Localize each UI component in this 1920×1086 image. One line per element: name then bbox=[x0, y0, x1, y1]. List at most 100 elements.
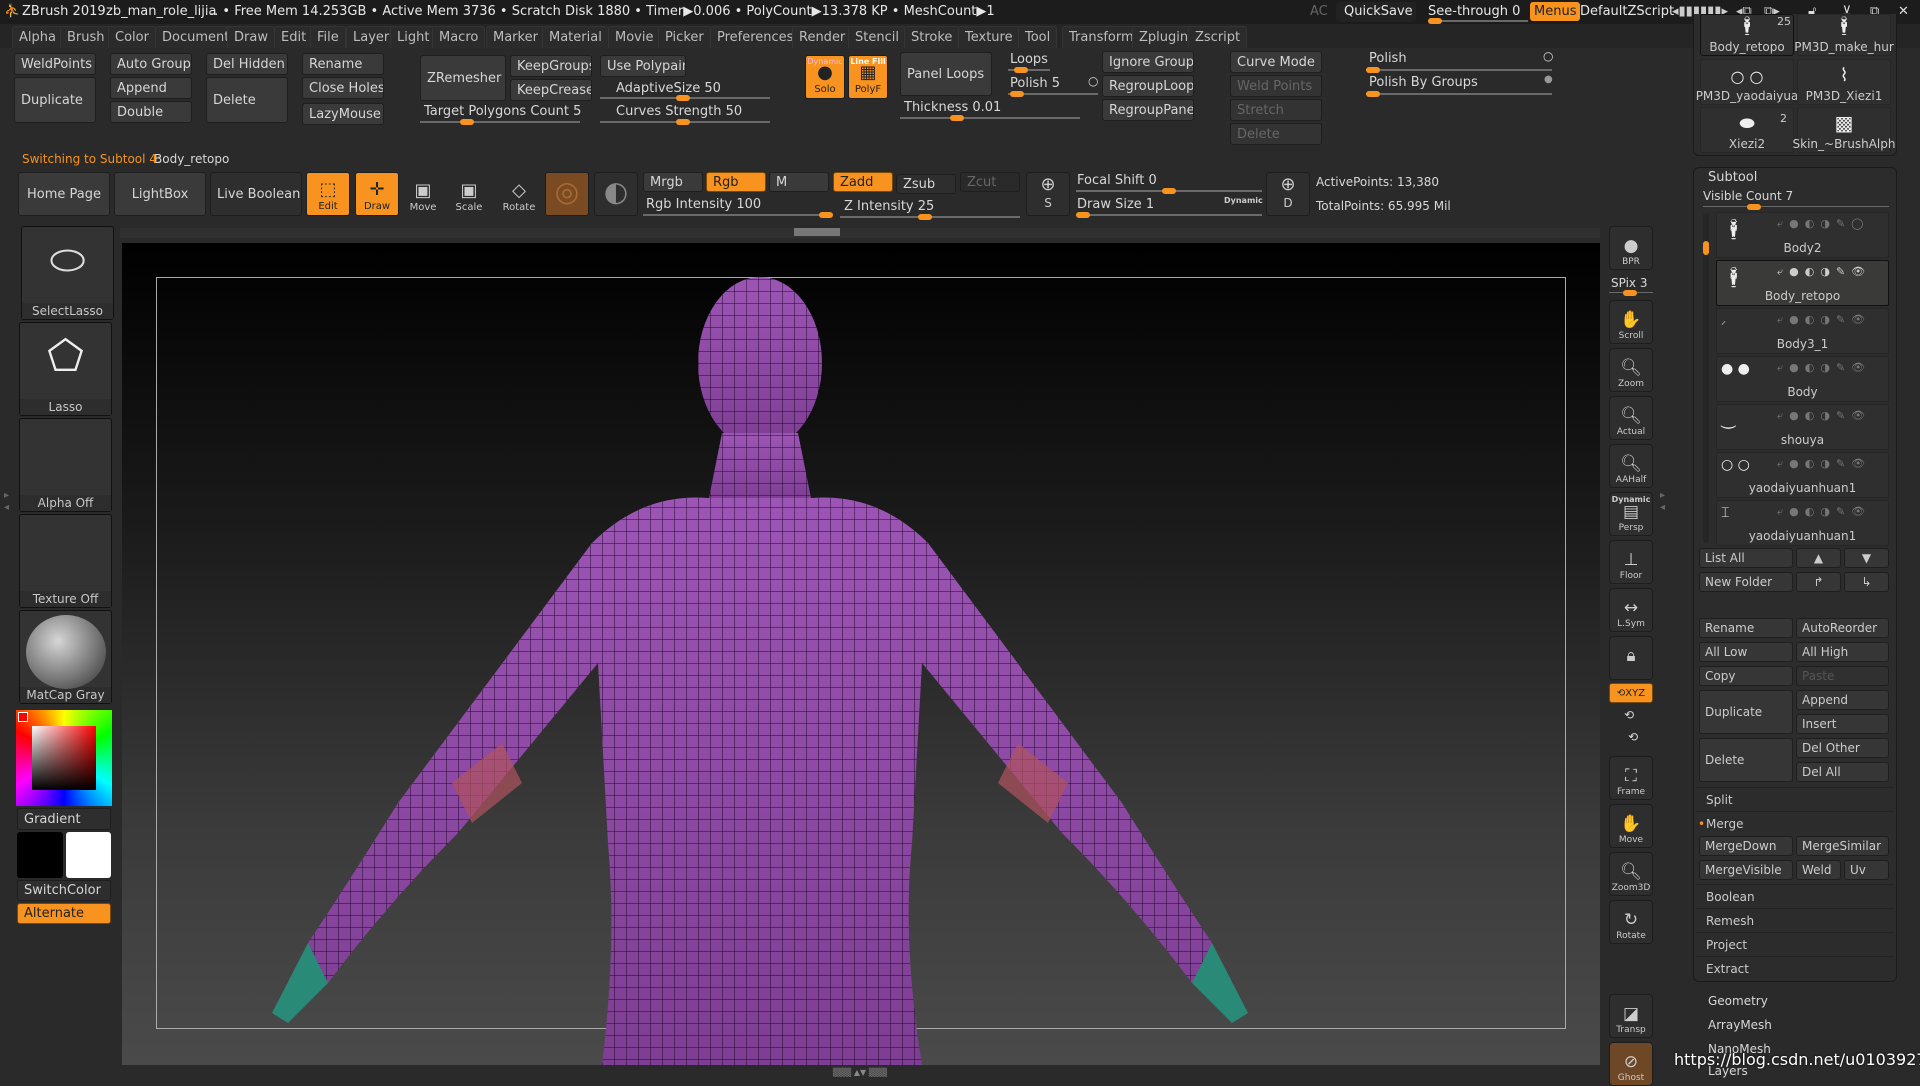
brush-s-button[interactable]: ⊕ S bbox=[1026, 172, 1070, 216]
targetpoly-slider[interactable] bbox=[420, 119, 580, 125]
spix-slider[interactable] bbox=[1609, 290, 1653, 296]
stretch-button[interactable]: Stretch bbox=[1230, 99, 1322, 121]
subtool-controls-icons[interactable]: ⤶●◐◑✎👁︎ bbox=[1777, 313, 1871, 327]
subtool-duplicate-button[interactable]: Duplicate bbox=[1699, 690, 1793, 734]
tool-item[interactable]: ○ ○ PM3D_yaodaiyua bbox=[1696, 59, 1798, 105]
menu-color[interactable]: Color bbox=[108, 26, 156, 48]
subtool-controls-icons[interactable]: ⤶●◐◑✎👁︎ bbox=[1777, 505, 1871, 519]
subtool-controls-icons[interactable]: ⤶●◐◑✎👁︎ bbox=[1777, 361, 1871, 375]
rotate3d-button[interactable]: ↻ Rotate bbox=[1609, 900, 1653, 944]
menu-light[interactable]: Light bbox=[390, 26, 437, 48]
folder-out-button[interactable]: ↳ bbox=[1844, 572, 1889, 592]
seethrough-slider[interactable] bbox=[1428, 18, 1528, 24]
persp-button[interactable]: Dynamic ▤ Persp bbox=[1609, 492, 1653, 536]
subtool-row[interactable]: ⸝ ⤶●◐◑✎👁︎ Body3_1 bbox=[1716, 308, 1889, 354]
rgbintensity-slider[interactable] bbox=[643, 212, 833, 218]
tool-item[interactable]: 🕴︎ Body_retopo 25 bbox=[1700, 14, 1794, 56]
delall-button[interactable]: Del All bbox=[1796, 762, 1889, 782]
mergevisible-button[interactable]: MergeVisible bbox=[1699, 860, 1793, 880]
subtool-controls-icons[interactable]: ⤶●◐◑✎👁︎ bbox=[1777, 265, 1871, 279]
secondary-color-swatch[interactable] bbox=[66, 832, 111, 878]
delete-button[interactable]: Delete bbox=[206, 77, 288, 123]
double-button[interactable]: Double bbox=[110, 101, 192, 123]
polish2-slider[interactable] bbox=[1366, 67, 1552, 73]
color-picker[interactable] bbox=[16, 710, 112, 806]
extract-section[interactable]: Extract bbox=[1696, 956, 1894, 980]
menu-layer[interactable]: Layer bbox=[346, 26, 397, 48]
alpha-slot[interactable]: Alpha Off bbox=[19, 418, 112, 512]
right-tray-toggle[interactable]: ▸ ◂ bbox=[1660, 490, 1668, 610]
regrouppanels-button[interactable]: RegroupPanels bbox=[1102, 99, 1194, 121]
menu-file[interactable]: File bbox=[310, 26, 346, 48]
mergesimilar-button[interactable]: MergeSimilar bbox=[1796, 836, 1889, 856]
menu-zscript[interactable]: Zscript bbox=[1188, 26, 1248, 48]
regrouploops-button[interactable]: RegroupLoops bbox=[1102, 75, 1194, 97]
autoreorder-button[interactable]: AutoReorder bbox=[1796, 618, 1889, 638]
rgb-button[interactable]: Rgb bbox=[706, 172, 766, 192]
camera-lock-button[interactable]: 🔒︎ bbox=[1609, 636, 1653, 680]
zoom3d-button[interactable]: 🔍︎ Zoom3D bbox=[1609, 852, 1653, 896]
zintensity-slider[interactable] bbox=[840, 214, 1020, 220]
rotate-z-icon[interactable]: ⟲ bbox=[1628, 730, 1638, 744]
material-sphere-button[interactable]: ◎ bbox=[545, 172, 589, 216]
curvesstrength-slider[interactable] bbox=[600, 119, 770, 125]
switchcolor-button[interactable]: SwitchColor bbox=[17, 880, 111, 901]
loops-slider[interactable] bbox=[1008, 67, 1050, 73]
usepolypaint-button[interactable]: Use Polypaint bbox=[600, 55, 686, 77]
subtool-controls-icons[interactable]: ⤶●◐◑✎👁︎ bbox=[1777, 409, 1871, 423]
lasso-stroke[interactable]: ⬠ Lasso bbox=[19, 322, 112, 416]
draw-button[interactable]: ✛ Draw bbox=[355, 172, 399, 216]
rename-button[interactable]: Rename bbox=[302, 53, 384, 75]
polish-slider[interactable] bbox=[1008, 91, 1098, 97]
subtool-row[interactable]: ● ● ⤶●◐◑✎👁︎ Body bbox=[1716, 356, 1889, 402]
polyf-button[interactable]: Line Fill ▦ PolyF bbox=[848, 55, 888, 99]
copy-button[interactable]: Copy bbox=[1699, 666, 1793, 686]
boolean-section[interactable]: Boolean bbox=[1696, 884, 1894, 908]
menu-marker[interactable]: Marker bbox=[486, 26, 545, 48]
ghost-button[interactable]: ⊘ Ghost bbox=[1609, 1042, 1653, 1086]
primary-color-swatch[interactable] bbox=[17, 832, 63, 878]
menu-draw[interactable]: Draw bbox=[227, 26, 275, 48]
floor-button[interactable]: ⊥ Floor bbox=[1609, 540, 1653, 584]
keepcreases-button[interactable]: KeepCreases bbox=[510, 79, 592, 101]
stroke-sphere-button[interactable]: ◐ bbox=[594, 172, 638, 216]
scale-button[interactable]: ▣ Scale bbox=[449, 172, 489, 216]
insert-button[interactable]: Insert bbox=[1796, 714, 1889, 734]
solo-button[interactable]: Dynamic ● Solo bbox=[805, 55, 845, 99]
listall-button[interactable]: List All bbox=[1699, 548, 1793, 568]
tool-item[interactable]: ▩ Skin_~BrushAlph bbox=[1793, 107, 1895, 153]
drawsize-slider[interactable] bbox=[1076, 212, 1262, 218]
subtool-delete-button[interactable]: Delete bbox=[1699, 738, 1793, 782]
selectlasso-brush[interactable]: ⬭ SelectLasso bbox=[21, 226, 114, 320]
mrgb-button[interactable]: Mrgb bbox=[643, 172, 703, 192]
geometry-palette[interactable]: Geometry bbox=[1708, 994, 1768, 1008]
lazymouse-button[interactable]: LazyMouse bbox=[302, 103, 384, 125]
delhidden-button[interactable]: Del Hidden bbox=[206, 53, 288, 75]
panelloops-button[interactable]: Panel Loops bbox=[900, 52, 992, 96]
uv-button[interactable]: Uv bbox=[1844, 860, 1889, 880]
menu-alpha[interactable]: Alpha bbox=[12, 26, 63, 48]
polish-toggle-icon[interactable]: ○ bbox=[1088, 74, 1098, 88]
thickness-slider[interactable] bbox=[900, 115, 1080, 121]
menu-picker[interactable]: Picker bbox=[658, 26, 711, 48]
texture-slot[interactable]: Texture Off bbox=[19, 514, 112, 608]
curvemode-button[interactable]: Curve Mode bbox=[1230, 51, 1322, 73]
adaptivesize-slider[interactable] bbox=[600, 95, 770, 101]
weld-button[interactable]: Weld bbox=[1796, 860, 1841, 880]
rotate-y-icon[interactable]: ⟲ bbox=[1624, 708, 1634, 722]
menu-material[interactable]: Material bbox=[542, 26, 609, 48]
quicksave-button[interactable]: QuickSave bbox=[1336, 2, 1416, 22]
subtool-controls-icons[interactable]: ⤶●◐◑✎👁︎ bbox=[1777, 457, 1871, 471]
polish2-toggle-icon[interactable]: ○ bbox=[1543, 49, 1553, 63]
zremesher-button[interactable]: ZRemesher bbox=[420, 55, 506, 101]
duplicate-button[interactable]: Duplicate bbox=[14, 77, 96, 123]
frame-button[interactable]: ⛶ Frame bbox=[1609, 756, 1653, 800]
actual-button[interactable]: 🔍︎ Actual bbox=[1609, 396, 1653, 440]
alternate-button[interactable]: Alternate bbox=[17, 903, 111, 924]
lightbox-button[interactable]: LightBox bbox=[114, 172, 206, 216]
ignoregroups-button[interactable]: Ignore Groups bbox=[1102, 51, 1194, 73]
subtool-scrollbar[interactable] bbox=[1703, 213, 1709, 543]
subtool-row[interactable]: ○ ○ ⤶●◐◑✎👁︎ yaodaiyuanhuan1 bbox=[1716, 452, 1889, 498]
viewport-canvas[interactable] bbox=[122, 243, 1600, 1065]
menu-edit[interactable]: Edit bbox=[274, 26, 314, 48]
